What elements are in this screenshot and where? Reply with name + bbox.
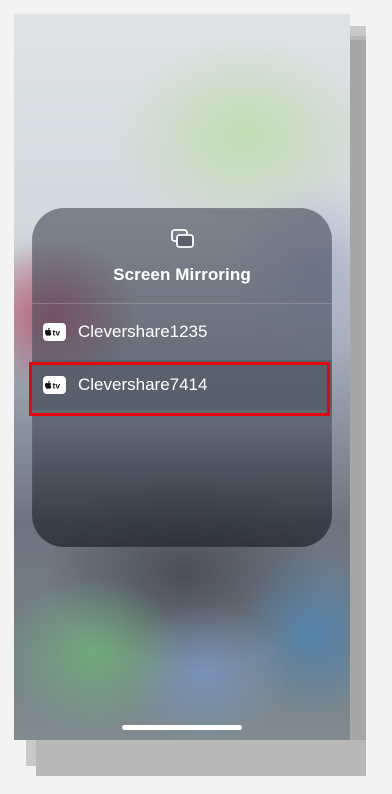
home-indicator[interactable] <box>122 725 242 730</box>
screen-mirroring-panel: Screen Mirroring tv Clevershare1235 tv C… <box>32 208 332 547</box>
device-row-clevershare7414[interactable]: tv Clevershare7414 <box>32 360 332 410</box>
apple-tv-icon: tv <box>43 323 66 341</box>
phone-screen: Screen Mirroring tv Clevershare1235 tv C… <box>14 14 350 740</box>
apple-tv-icon: tv <box>43 376 66 394</box>
device-label: Clevershare7414 <box>78 375 208 394</box>
screen-mirroring-icon <box>170 228 196 252</box>
divider <box>32 303 332 304</box>
device-row-clevershare1235[interactable]: tv Clevershare1235 <box>32 307 332 357</box>
panel-shade <box>32 427 332 547</box>
panel-title: Screen Mirroring <box>113 265 251 284</box>
device-label: Clevershare1235 <box>78 322 208 341</box>
screenshot-page: Screen Mirroring tv Clevershare1235 tv C… <box>0 0 392 794</box>
svg-text:tv: tv <box>53 381 61 390</box>
svg-text:tv: tv <box>53 328 61 337</box>
